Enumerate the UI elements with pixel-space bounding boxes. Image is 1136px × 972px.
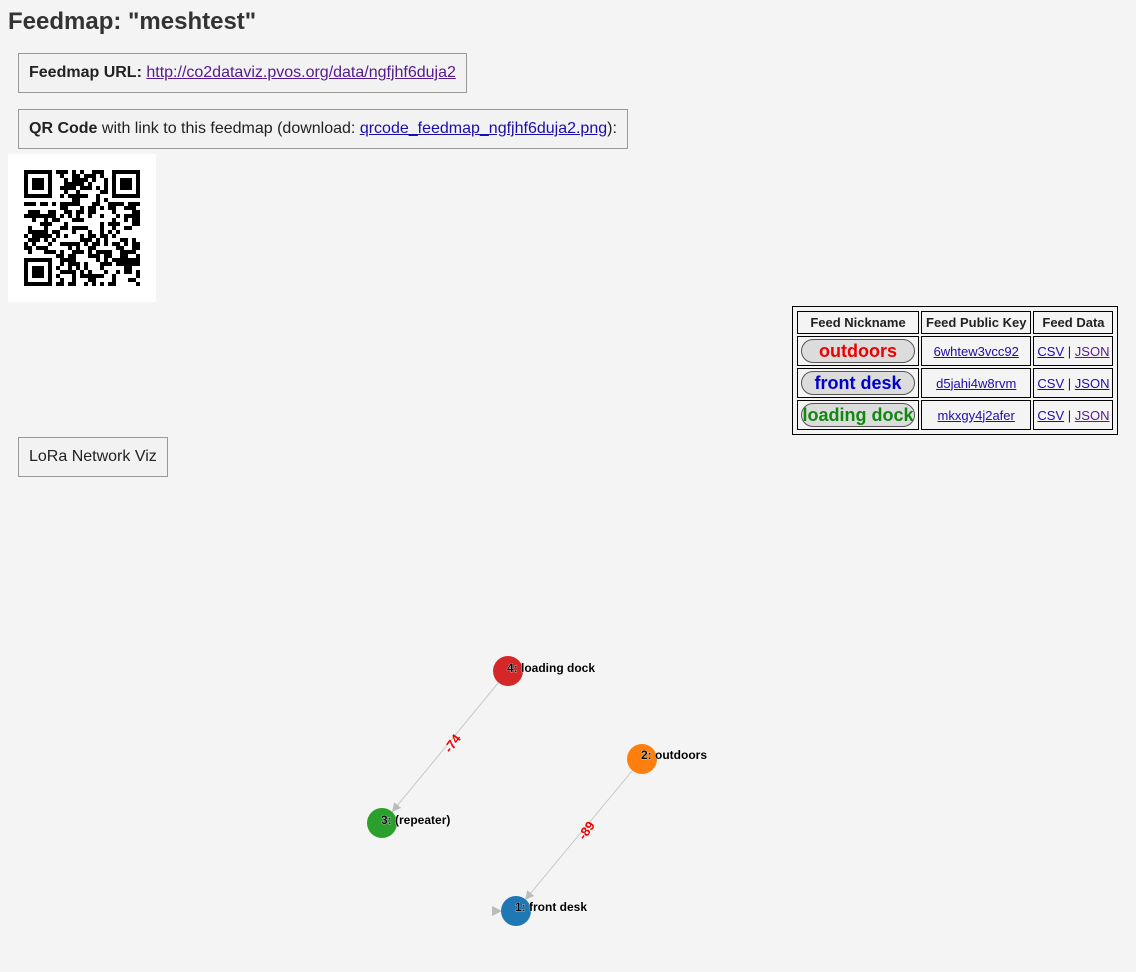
qr-code-image — [8, 154, 156, 302]
feed-nickname-badge[interactable]: loading dock — [801, 403, 915, 427]
link-separator: | — [1067, 343, 1072, 359]
network-node[interactable]: 3: (repeater) — [367, 808, 451, 838]
feed-nickname-badge[interactable]: outdoors — [801, 339, 915, 363]
feed-key-link[interactable]: mkxgy4j2afer — [938, 408, 1015, 423]
json-link[interactable]: JSON — [1075, 376, 1110, 391]
feed-nickname-cell: outdoors — [797, 336, 919, 366]
qr-code-label: QR Code — [29, 120, 98, 137]
header-feed-nickname: Feed Nickname — [797, 311, 919, 334]
lora-network-viz-button[interactable]: LoRa Network Viz — [18, 437, 168, 477]
feed-data-cell: CSV | JSON — [1033, 336, 1114, 366]
json-link[interactable]: JSON — [1075, 408, 1110, 423]
header-feed-public-key: Feed Public Key — [921, 311, 1032, 334]
feed-key-cell: mkxgy4j2afer — [921, 400, 1032, 430]
node-label: 3: (repeater) — [381, 813, 450, 827]
feed-key-cell: 6whtew3vcc92 — [921, 336, 1032, 366]
page: Feedmap: "meshtest" Feedmap URL: http://… — [0, 0, 1136, 972]
node-label: 1: front desk — [515, 900, 587, 914]
arrowhead-icon — [492, 906, 502, 916]
network-node[interactable]: 2: outdoors — [627, 744, 708, 774]
table-row: loading dock mkxgy4j2afer CSV | JSON — [797, 400, 1114, 430]
network-node[interactable]: 1: front desk — [501, 896, 588, 926]
feed-data-cell: CSV | JSON — [1033, 400, 1114, 430]
feed-data-cell: CSV | JSON — [1033, 368, 1114, 398]
table-row: front desk d5jahi4w8rvm CSV | JSON — [797, 368, 1114, 398]
feedmap-url-box: Feedmap URL: http://co2dataviz.pvos.org/… — [18, 53, 467, 93]
node-label: 4: loading dock — [507, 661, 595, 675]
csv-link[interactable]: CSV — [1037, 376, 1064, 391]
feedmap-url-label: Feedmap URL: — [29, 64, 142, 81]
link-separator: | — [1067, 407, 1072, 423]
qr-code-download-link[interactable]: qrcode_feedmap_ngfjhf6duja2.png — [360, 120, 607, 137]
table-row: outdoors 6whtew3vcc92 CSV | JSON — [797, 336, 1114, 366]
feed-key-cell: d5jahi4w8rvm — [921, 368, 1032, 398]
network-graph: -74 -89 4: loading dock 2: outdoors 3: (… — [367, 656, 708, 926]
network-edge-label: -74 — [441, 731, 465, 756]
network-edge-label: -89 — [575, 818, 598, 842]
feed-nickname-cell: front desk — [797, 368, 919, 398]
csv-link[interactable]: CSV — [1037, 344, 1064, 359]
qr-code-box: QR Code with link to this feedmap (downl… — [18, 109, 628, 149]
feed-key-link[interactable]: d5jahi4w8rvm — [936, 376, 1016, 391]
header-feed-data: Feed Data — [1033, 311, 1114, 334]
feed-key-link[interactable]: 6whtew3vcc92 — [934, 344, 1019, 359]
feed-nickname-badge[interactable]: front desk — [801, 371, 915, 395]
qr-code-graphic — [24, 170, 140, 286]
page-title: Feedmap: "meshtest" — [8, 8, 257, 35]
node-label: 2: outdoors — [641, 748, 707, 762]
json-link[interactable]: JSON — [1075, 344, 1110, 359]
feedmap-url-link[interactable]: http://co2dataviz.pvos.org/data/ngfjhf6d… — [146, 64, 456, 81]
feed-table: Feed Nickname Feed Public Key Feed Data … — [792, 306, 1119, 435]
link-separator: | — [1067, 375, 1072, 391]
feed-table-header-row: Feed Nickname Feed Public Key Feed Data — [797, 311, 1114, 334]
feed-nickname-cell: loading dock — [797, 400, 919, 430]
qr-code-text-before: with link to this feedmap (download: — [97, 120, 360, 137]
network-node[interactable]: 4: loading dock — [493, 656, 596, 686]
qr-code-text-after: ): — [607, 120, 617, 137]
csv-link[interactable]: CSV — [1037, 408, 1064, 423]
